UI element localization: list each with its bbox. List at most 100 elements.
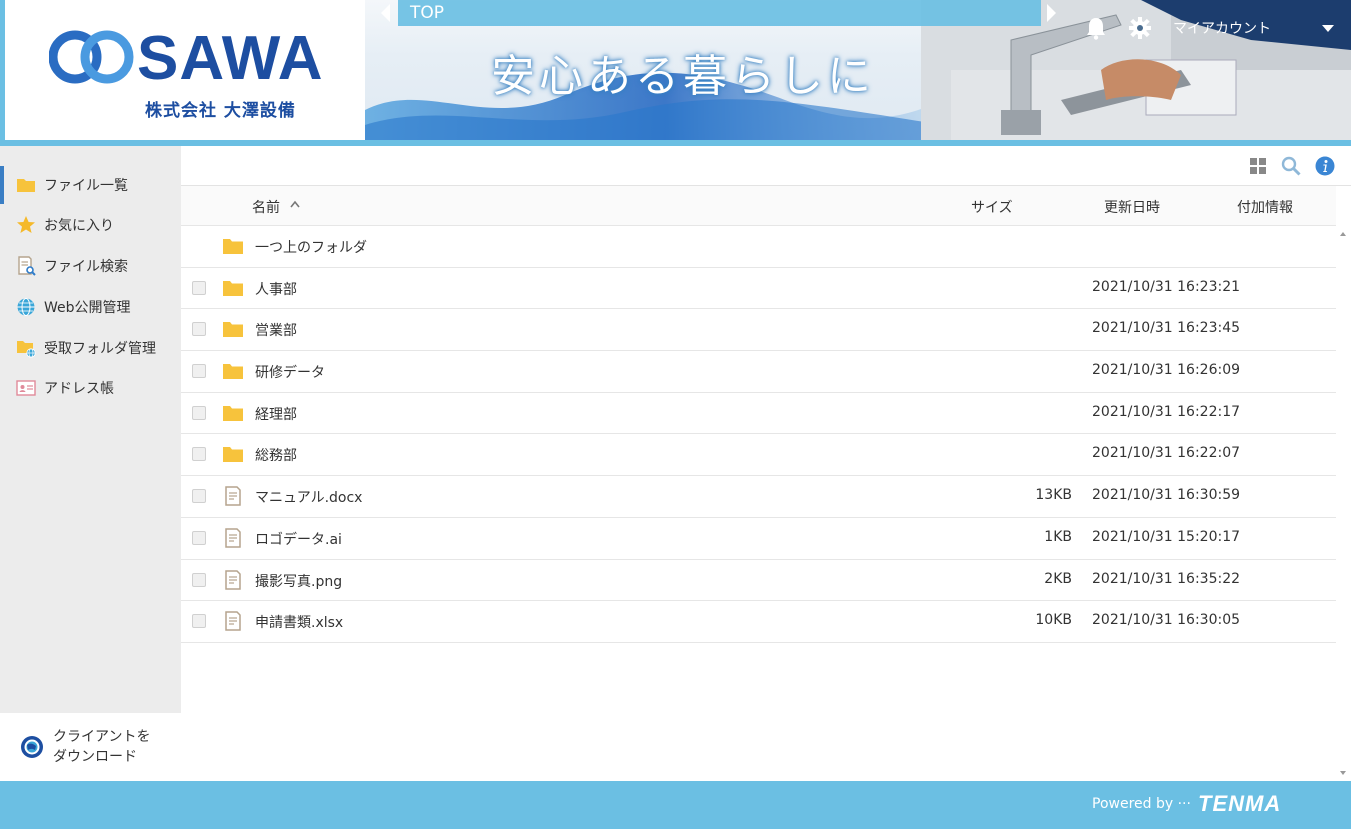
sort-ascending-icon[interactable] [290, 199, 300, 209]
row-checkbox[interactable] [192, 322, 206, 337]
row-checkbox[interactable] [192, 405, 206, 420]
table-row[interactable]: 総務部 2021/10/31 16:22:07 [181, 434, 1336, 477]
sidebar-item-label: ファイル検索 [44, 259, 128, 275]
tenma-logo: TENMA [1198, 791, 1282, 816]
folder-icon [223, 447, 243, 463]
file-date: 2021/10/31 15:20:17 [1092, 528, 1241, 545]
table-row[interactable]: 撮影写真.png 2KB 2021/10/31 16:35:22 [181, 560, 1336, 602]
download-client-button[interactable]: クライアントを ダウンロード [0, 713, 181, 781]
sidebar-item-label: お気に入り [44, 218, 114, 234]
table-header: 名前 サイズ 更新日時 付加情報 [181, 186, 1336, 226]
table-row[interactable]: 人事部 2021/10/31 16:23:21 [181, 268, 1336, 310]
folder-icon [223, 239, 243, 254]
file-name[interactable]: ロゴデータ.ai [255, 529, 342, 549]
logo-text: SAWA [137, 24, 324, 93]
folder-icon [223, 405, 243, 421]
document-icon [225, 528, 241, 548]
account-dropdown-icon[interactable] [1322, 25, 1334, 32]
file-date: 2021/10/31 16:30:59 [1092, 487, 1241, 504]
row-checkbox[interactable] [192, 572, 206, 587]
file-date: 2021/10/31 16:22:17 [1092, 403, 1241, 420]
row-checkbox[interactable] [192, 489, 206, 504]
table-row[interactable]: 営業部 2021/10/31 16:23:45 [181, 309, 1336, 352]
sidebar-item-address-book[interactable]: アドレス帳 [0, 369, 181, 407]
table-row[interactable]: 申請書類.xlsx 10KB 2021/10/31 16:30:05 [181, 601, 1336, 643]
file-name[interactable]: 撮影写真.png [255, 571, 342, 591]
star-icon [17, 216, 35, 233]
banner-title: 安心ある暮らしに [491, 51, 875, 102]
logo-subtitle: 株式会社 大澤設備 [145, 101, 296, 121]
table-row[interactable]: 研修データ 2021/10/31 16:26:09 [181, 351, 1336, 393]
sidebar-item-file-list[interactable]: ファイル一覧 [0, 166, 181, 204]
logo[interactable]: SAWA 株式会社 大澤設備 [5, 0, 365, 140]
file-name[interactable]: 申請書類.xlsx [255, 612, 343, 632]
file-name[interactable]: マニュアル.docx [255, 487, 362, 507]
search-icon[interactable] [1281, 156, 1301, 176]
file-name[interactable]: 人事部 [255, 279, 297, 299]
footer: Powered by ··· TENMA [0, 781, 1351, 829]
file-date: 2021/10/31 16:22:07 [1092, 445, 1241, 462]
document-icon [225, 611, 241, 631]
download-label-line2: ダウンロード [53, 749, 137, 765]
folder-icon [17, 179, 35, 192]
breadcrumb-next-arrow[interactable] [1047, 4, 1056, 22]
sidebar-item-web-publish[interactable]: Web公開管理 [0, 288, 181, 326]
column-name-header[interactable]: 名前 [252, 197, 280, 217]
bell-icon[interactable] [1085, 16, 1107, 40]
parent-folder-row[interactable]: 一つ上のフォルダ [181, 226, 1336, 268]
sidebar-item-label: 受取フォルダ管理 [44, 341, 156, 357]
folder-icon [223, 364, 243, 380]
file-date: 2021/10/31 16:26:09 [1092, 362, 1241, 379]
globe-icon [17, 298, 35, 316]
grid-view-icon[interactable] [1248, 156, 1268, 176]
header-actions: マイアカウント [1085, 14, 1271, 42]
sidebar: ファイル一覧 お気に入り ファイル検索 Web公開管理 受取フォルダ管理 アドレ… [0, 146, 181, 781]
sidebar-item-favorites[interactable]: お気に入り [0, 206, 181, 244]
account-menu[interactable]: マイアカウント [1173, 18, 1271, 38]
column-size-header[interactable]: サイズ [971, 197, 1013, 217]
file-name[interactable]: 経理部 [255, 404, 297, 424]
file-search-icon [18, 256, 36, 276]
sidebar-item-label: アドレス帳 [44, 381, 114, 397]
folder-icon [223, 280, 243, 296]
file-name[interactable]: 営業部 [255, 320, 297, 340]
vertical-scrollbar[interactable] [1336, 226, 1351, 781]
client-app-icon [21, 736, 43, 758]
row-checkbox[interactable] [192, 530, 206, 545]
column-info-header[interactable]: 付加情報 [1237, 197, 1293, 217]
sidebar-item-receive-folder[interactable]: 受取フォルダ管理 [0, 329, 181, 367]
logo-rings-icon [49, 30, 134, 84]
row-checkbox[interactable] [192, 280, 206, 295]
parent-folder-label: 一つ上のフォルダ [255, 240, 367, 256]
table-row[interactable]: マニュアル.docx 13KB 2021/10/31 16:30:59 [181, 476, 1336, 518]
scroll-up-icon[interactable] [1340, 232, 1346, 236]
file-name[interactable]: 総務部 [255, 445, 297, 465]
address-card-icon [16, 380, 36, 396]
row-checkbox[interactable] [192, 447, 206, 462]
file-size: 1KB [1044, 528, 1072, 545]
scroll-down-icon[interactable] [1340, 771, 1346, 775]
file-name[interactable]: 研修データ [255, 362, 325, 382]
file-size: 13KB [1035, 487, 1072, 504]
toolbar [181, 146, 1351, 186]
download-label-line1: クライアントを [53, 729, 151, 745]
sidebar-item-label: Web公開管理 [44, 300, 131, 316]
column-date-header[interactable]: 更新日時 [1104, 197, 1160, 217]
folder-globe-icon [17, 341, 36, 358]
sidebar-item-label: ファイル一覧 [44, 178, 128, 194]
file-list: 一つ上のフォルダ 人事部 2021/10/31 16:23:21 営業部 202… [181, 226, 1336, 643]
row-checkbox[interactable] [192, 614, 206, 629]
breadcrumb[interactable]: TOP [398, 0, 1041, 26]
sidebar-item-file-search[interactable]: ファイル検索 [0, 247, 181, 285]
file-date: 2021/10/31 16:23:45 [1092, 320, 1241, 337]
breadcrumb-prev-arrow[interactable] [381, 4, 390, 22]
row-checkbox[interactable] [192, 364, 206, 379]
file-size: 2KB [1044, 570, 1072, 587]
table-row[interactable]: 経理部 2021/10/31 16:22:17 [181, 393, 1336, 435]
file-date: 2021/10/31 16:30:05 [1092, 612, 1241, 629]
file-date: 2021/10/31 16:23:21 [1092, 278, 1241, 295]
table-row[interactable]: ロゴデータ.ai 1KB 2021/10/31 15:20:17 [181, 518, 1336, 560]
info-icon[interactable] [1315, 156, 1335, 176]
document-icon [225, 569, 241, 590]
gear-icon[interactable] [1129, 17, 1151, 39]
